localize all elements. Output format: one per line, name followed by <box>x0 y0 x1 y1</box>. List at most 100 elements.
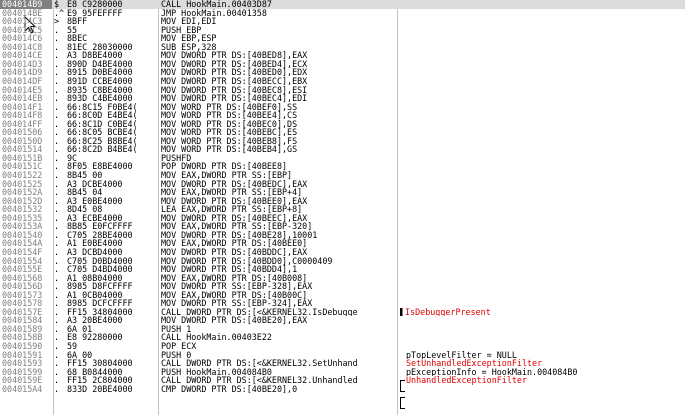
comment-cell: UnhandledExceptionFilter <box>400 376 685 385</box>
address-cell: 00401522 <box>2 171 43 180</box>
disassembly-cell: MOV DWORD PTR SS:[EBP-328],EAX <box>161 282 313 291</box>
disasm-row[interactable]: 00401591. 6A 00 PUSH 0 pTopLevelFilter = NU… <box>0 351 685 360</box>
flow-marker: . <box>54 239 60 248</box>
disasm-row[interactable]: 0040154A. A1 E0BE4000 MOV EAX,DWORD PTR DS… <box>0 239 685 248</box>
disasm-row[interactable]: 0040157E. FF15 34804000 CALL DWORD PTR DS:… <box>0 308 685 317</box>
hex-dump-cell: A1 08B04000 <box>67 273 123 283</box>
hex-dump-cell: 891D CCBE4000 <box>67 76 133 86</box>
flow-marker: . <box>54 376 60 385</box>
disasm-row[interactable]: 0040151C. 8F05 E8BE4000 POP DWORD PTR DS:[… <box>0 162 685 171</box>
flow-marker: . <box>54 324 60 334</box>
disasm-row[interactable]: 00401599. 68 B0844000 PUSH HookMain.004084… <box>0 368 685 377</box>
hex-dump-cell: A3 E0BE4000 <box>67 196 123 206</box>
disasm-row[interactable]: 004014F1. 66:8C15 F0BE4(MOV WORD PTR DS:[… <box>0 103 685 112</box>
hex-dump-cell: 8B45 00 <box>67 171 103 180</box>
disasm-row[interactable]: 0040150D. 66:8C25 B8BE4(MOV WORD PTR DS:[… <box>0 137 685 146</box>
disasm-row[interactable]: 00401593. FF15 30804000 CALL DWORD PTR DS:… <box>0 359 685 368</box>
disasm-row[interactable]: 00401554. C705 D0BD4000 MOV DWORD PTR DS:[… <box>0 257 685 266</box>
disasm-row[interactable]: 00401540. C705 28BE4000 MOV DWORD PTR DS:[… <box>0 231 685 240</box>
disasm-row[interactable]: 0040156D. 8985 D8FCFFFF MOV DWORD PTR SS:[… <box>0 282 685 291</box>
hex-dump-cell: A3 20BE4000 <box>67 316 123 325</box>
flow-marker: . <box>54 153 60 163</box>
disasm-row[interactable]: 004014FF. 66:8C1D C0BE4(MOV WORD PTR DS:[… <box>0 120 685 129</box>
disasm-row[interactable]: 0040159E. FF15 2C804000 CALL DWORD PTR DS:… <box>0 376 685 385</box>
disasm-row[interactable]: 004014C3 >8BFF MOV EDI,EDI <box>0 17 685 26</box>
flow-marker: . <box>54 316 60 325</box>
address-cell: 004015A4 <box>2 384 43 394</box>
disassembly-cell: PUSH 0 <box>161 350 192 360</box>
hex-dump-cell: 66:8C25 B8BE4( <box>67 136 138 146</box>
disasm-row[interactable]: 0040155E. C705 D4BD4000 MOV DWORD PTR DS:[… <box>0 265 685 274</box>
disasm-row[interactable]: 00401506. 66:8C05 BCBE4(MOV WORD PTR DS:[… <box>0 128 685 137</box>
comment-text: pExceptionInfo = HookMain.004084B0 <box>406 367 578 377</box>
hex-dump-cell: 8915 D0BE4000 <box>67 68 133 77</box>
disasm-row[interactable]: 004014B9 $ E8 C9280000 CALL HookMain.00403D… <box>0 0 685 9</box>
disassembly-cell: MOV DWORD PTR DS:[40BDD4],1 <box>161 265 298 274</box>
disasm-row[interactable]: 00401525. A3 DCBE4000 MOV DWORD PTR DS:[40… <box>0 180 685 189</box>
address-cell: 0040156D <box>2 282 43 291</box>
disassembly-cell: CMP DWORD PTR DS:[40BE20],0 <box>161 384 298 394</box>
api-name-comment: IsDebuggerPresent <box>405 307 491 317</box>
disassembly-cell: MOV DWORD PTR SS:[EBP-324],EAX <box>161 299 313 308</box>
disasm-row[interactable]: 00401514. 66:8C2D B4BE4(MOV WORD PTR DS:[… <box>0 145 685 154</box>
flow-marker: . <box>54 128 60 137</box>
disasm-row[interactable]: 0040153A. 8B85 E0FCFFFF MOV EAX,DWORD PTR … <box>0 222 685 231</box>
disasm-row[interactable]: 00401568. A1 08B04000 MOV EAX,DWORD PTR DS… <box>0 274 685 283</box>
disasm-row[interactable]: 00401535. A3 ECBE4000 MOV DWORD PTR DS:[40… <box>0 214 685 223</box>
disassembly-cell: MOV WORD PTR DS:[40BEC0],DS <box>161 119 298 129</box>
disasm-row[interactable]: 004014D3. 890D D4BE4000 MOV DWORD PTR DS:[… <box>0 60 685 69</box>
disassembly-cell: MOV DWORD PTR DS:[40BEC8],ESI <box>161 85 308 95</box>
disasm-row[interactable]: 004015A4. 833D 20BE4000 CMP DWORD PTR DS:[… <box>0 385 685 394</box>
disasm-row[interactable]: 004014DF. 891D CCBE4000 MOV DWORD PTR DS:[… <box>0 77 685 86</box>
disasm-row[interactable]: 00401522. 8B45 00 MOV EAX,DWORD PTR SS:[EB… <box>0 171 685 180</box>
disasm-row[interactable]: 00401578. 8985 DCFCFFFF MOV DWORD PTR SS:[… <box>0 299 685 308</box>
disasm-row[interactable]: 0040152A. 8B45 04 MOV EAX,DWORD PTR SS:[EB… <box>0 188 685 197</box>
disasm-row[interactable]: 004014F8. 66:8C0D E4BE4(MOV WORD PTR DS:[… <box>0 111 685 120</box>
disasm-row[interactable]: 00401573. A1 0CB04000 MOV EAX,DWORD PTR DS… <box>0 291 685 300</box>
flow-marker: . <box>54 25 60 35</box>
flow-marker: . <box>54 299 60 308</box>
hex-dump-cell: 8985 DCFCFFFF <box>67 299 133 308</box>
disassembly-cell: MOV WORD PTR DS:[40BEB4],GS <box>161 145 298 154</box>
flow-marker: . <box>54 282 60 291</box>
disasm-row[interactable]: 0040154F. A3 DCBD4000 MOV DWORD PTR DS:[40… <box>0 248 685 257</box>
disassembly-cell: MOV DWORD PTR DS:[40BDD0],C0000409 <box>161 256 333 266</box>
disasm-row[interactable]: 004014C5. 55 PUSH EBP <box>0 26 685 35</box>
address-cell: 004014C6 <box>2 34 43 43</box>
disasm-row[interactable]: 0040151B. 9C PUSHFD <box>0 154 685 163</box>
address-cell: 004014C3 <box>2 17 43 26</box>
hex-dump-cell: 890D D4BE4000 <box>67 59 133 69</box>
disasm-row[interactable]: 004014EB. 893D C4BE4000 MOV DWORD PTR DS:[… <box>0 94 685 103</box>
disasm-row[interactable]: 004014D9. 8915 D0BE4000 MOV DWORD PTR DS:[… <box>0 68 685 77</box>
disasm-row[interactable]: 004014C8. 81EC 28030000 SUB ESP,328 <box>0 43 685 52</box>
disassembly-pane[interactable]: 004014B9 $ E8 C9280000 CALL HookMain.00403D… <box>0 0 685 415</box>
comment-brace <box>400 397 405 409</box>
hex-dump-cell: A3 DCBD4000 <box>67 247 123 257</box>
disassembly-cell: MOV WORD PTR DS:[40BEB8],FS <box>161 136 298 146</box>
address-cell: 00401584 <box>2 316 43 325</box>
flow-marker: > <box>54 17 60 26</box>
disasm-row[interactable]: 0040158B. E8 92280000 CALL HookMain.00403E… <box>0 333 685 342</box>
flow-marker: . <box>54 247 60 257</box>
flow-marker: . <box>54 179 60 189</box>
disasm-row[interactable]: 00401589. 6A 01 PUSH 1 <box>0 325 685 334</box>
disasm-row[interactable]: 004014E5. 8935 C8BE4000 MOV DWORD PTR DS:[… <box>0 86 685 95</box>
flow-marker: . <box>54 256 60 266</box>
disasm-row[interactable]: 004014BE .^ E9 95FEFFFF JMP HookMain.004013… <box>0 9 685 18</box>
disassembly-cell: MOV DWORD PTR DS:[40BED4],ECX <box>161 59 308 69</box>
flow-marker: . <box>54 290 60 300</box>
hex-dump-cell: C705 D4BD4000 <box>67 265 133 274</box>
disasm-row[interactable]: 0040152D. A3 E0BE4000 MOV DWORD PTR DS:[40… <box>0 197 685 206</box>
disasm-row[interactable]: 004014C6. 8BEC MOV EBP,ESP <box>0 34 685 43</box>
disasm-row[interactable]: 00401590. 59 POP ECX <box>0 342 685 351</box>
disassembly-cell: CALL DWORD PTR DS:[<&KERNEL32.Unhandled <box>161 376 358 385</box>
disasm-row[interactable]: 00401584. A3 20BE4000 MOV DWORD PTR DS:[40… <box>0 316 685 325</box>
address-cell: 0040153A <box>2 222 43 231</box>
hex-dump-cell: FF15 30804000 <box>67 359 133 368</box>
disassembly-cell: MOV EAX,DWORD PTR DS:[40B00C] <box>161 290 308 300</box>
disassembly-cell: MOV DWORD PTR DS:[40BEEC],EAX <box>161 213 308 223</box>
address-cell: 00401589 <box>2 324 43 334</box>
disassembly-cell: MOV DWORD PTR DS:[40BEC4],EDI <box>161 94 308 103</box>
disasm-row[interactable]: 004014CE. A3 D8BE4000 MOV DWORD PTR DS:[40… <box>0 51 685 60</box>
disasm-row[interactable]: 00401532. 8D45 08 LEA EAX,DWORD PTR SS:[EB… <box>0 205 685 214</box>
